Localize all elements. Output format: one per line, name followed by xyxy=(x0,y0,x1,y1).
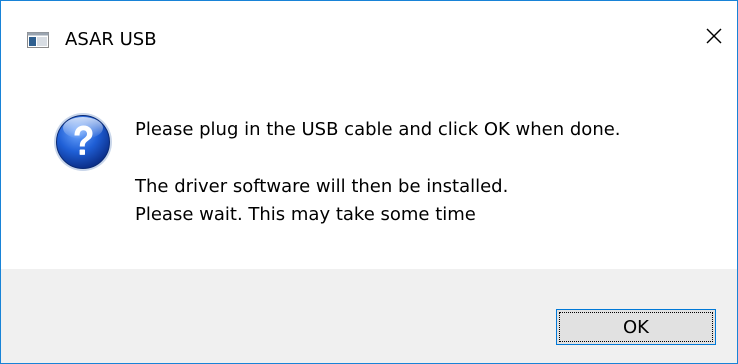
title-bar[interactable]: ASAR USB xyxy=(1,1,737,81)
dialog-window: ASAR USB Please plug in the USB cable an… xyxy=(0,0,738,364)
dialog-content: Please plug in the USB cable and click O… xyxy=(1,81,737,269)
ok-button-label: OK xyxy=(559,312,713,342)
window-app-icon xyxy=(27,32,49,48)
message-line-1: Please plug in the USB cable and click O… xyxy=(135,119,621,140)
close-icon xyxy=(705,27,723,49)
ok-button[interactable]: OK xyxy=(556,309,716,345)
dialog-footer: OK xyxy=(1,269,737,363)
close-button[interactable] xyxy=(691,18,737,58)
message-line-2: The driver software will then be install… xyxy=(135,176,509,197)
question-icon xyxy=(52,111,114,173)
message-line-3: Please wait. This may take some time xyxy=(135,204,476,225)
window-title: ASAR USB xyxy=(65,29,157,50)
